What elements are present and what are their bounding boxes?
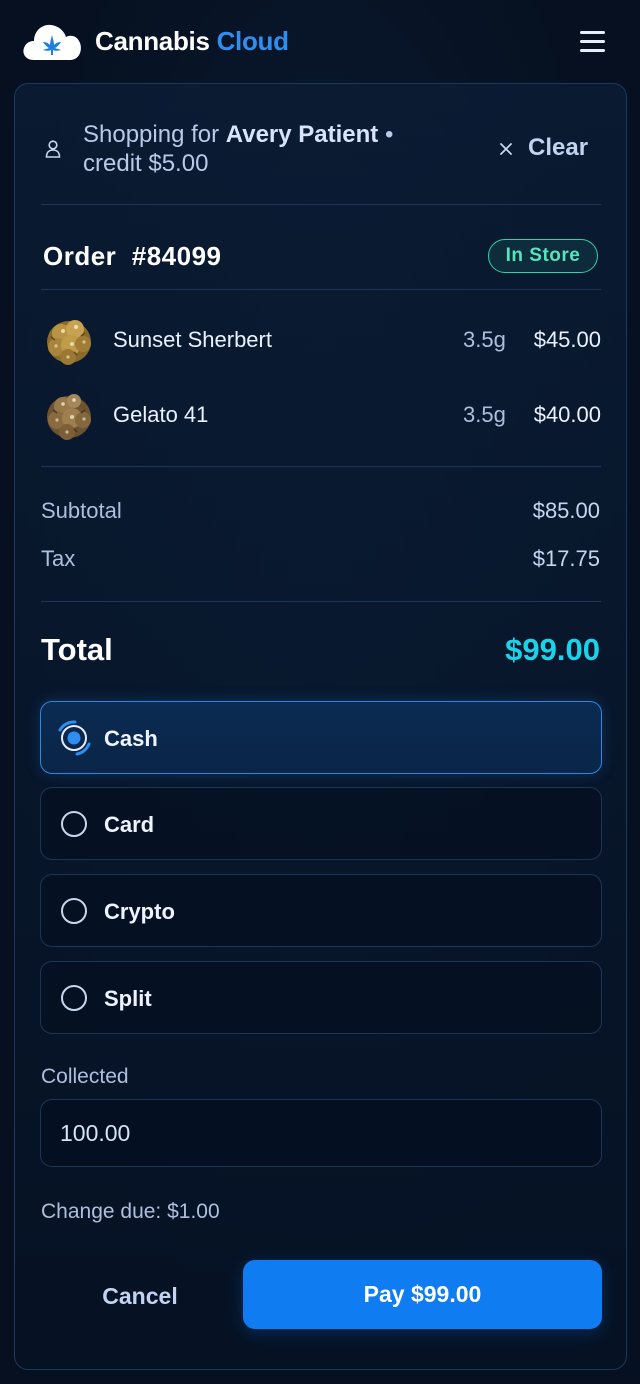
radio-button[interactable] — [61, 985, 87, 1011]
subtotal-label: Subtotal — [41, 498, 122, 523]
customer-credit: credit $5.00 — [83, 150, 209, 177]
divider — [41, 289, 601, 290]
payment-option-cash[interactable]: Cash — [40, 701, 602, 774]
payment-option-card[interactable]: Card — [40, 787, 602, 860]
cannabis-bud-image — [47, 320, 91, 365]
payment-option-label: Split — [104, 986, 152, 1011]
collected-amount-input[interactable] — [40, 1099, 602, 1167]
clear-customer-button[interactable]: Clear — [528, 134, 588, 162]
payment-option-label: Crypto — [104, 899, 175, 924]
subtotal-value: $85.00 — [532, 498, 600, 523]
customer-bar: Shopping for Avery Patient • credit $5.0… — [41, 104, 601, 204]
hamburger-menu-icon[interactable] — [578, 28, 608, 54]
total-value: $99.00 — [505, 632, 600, 667]
payment-option-crypto[interactable]: Crypto — [40, 874, 602, 947]
collected-label: Collected — [41, 1065, 129, 1088]
change-due-text: Change due: $1.00 — [41, 1200, 220, 1223]
customer-name: Avery Patient — [225, 121, 379, 148]
payment-option-label: Card — [104, 812, 155, 837]
order-item: Sunset Sherbert 3.5g $45.00 — [41, 309, 601, 369]
item-name: Gelato 41 — [113, 402, 209, 427]
divider — [41, 601, 601, 602]
order-title: Order #84099 — [43, 241, 222, 271]
radio-selected-icon — [58, 720, 91, 756]
cannabis-bud-image — [47, 394, 91, 440]
radio-button[interactable] — [61, 811, 87, 837]
separator-dot: • — [384, 121, 394, 148]
total-label: Total — [41, 632, 113, 667]
payment-option-split[interactable]: Split — [40, 961, 602, 1034]
divider — [41, 466, 601, 467]
brand-name-part2: Cloud — [216, 26, 289, 56]
divider — [41, 204, 601, 205]
pay-button[interactable]: Pay $99.00 — [243, 1260, 602, 1329]
shopping-for-text: Shopping for Avery Patient • credit $5.0… — [83, 120, 413, 178]
brand-name-part1: Cannabis — [95, 26, 210, 56]
checkout-panel: Shopping for Avery Patient • credit $5.0… — [14, 83, 627, 1370]
item-quantity: 3.5g — [463, 402, 506, 427]
radio-button[interactable] — [61, 898, 87, 924]
tax-label: Tax — [41, 546, 76, 571]
top-bar: Cannabis Cloud — [0, 0, 640, 82]
shopping-for-prefix: Shopping for — [83, 121, 220, 148]
brand-name: Cannabis Cloud — [95, 26, 289, 57]
item-price: $40.00 — [533, 402, 601, 427]
close-icon[interactable] — [497, 140, 515, 158]
tax-value: $17.75 — [532, 546, 600, 571]
payment-option-label: Cash — [104, 726, 158, 751]
status-badge: In Store — [488, 239, 598, 273]
item-name: Sunset Sherbert — [113, 327, 272, 352]
cloud-leaf-logo-icon — [23, 24, 81, 60]
cancel-button[interactable]: Cancel — [75, 1266, 205, 1326]
order-item: Gelato 41 3.5g $40.00 — [41, 384, 601, 444]
user-icon — [45, 140, 61, 158]
item-quantity: 3.5g — [463, 327, 506, 352]
item-price: $45.00 — [533, 327, 601, 352]
